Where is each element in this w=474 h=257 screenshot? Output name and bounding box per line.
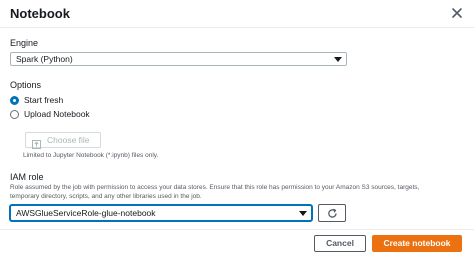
iam-role-select[interactable]: AWSGlueServiceRole-glue-notebook [10,205,312,221]
dialog-title: Notebook [10,6,70,21]
footer-divider [0,229,474,230]
cancel-button[interactable]: Cancel [314,235,366,252]
radio-upload-notebook[interactable] [10,110,19,119]
iam-role-select-value: AWSGlueServiceRole-glue-notebook [16,208,156,218]
refresh-button[interactable] [318,204,346,222]
choose-file-label: Choose file [47,135,90,145]
iam-role-help-line-2: temporary directory, scripts, and any ot… [10,193,202,200]
upload-icon [32,136,41,149]
dialog-header: Notebook [0,0,474,28]
caret-down-icon [299,211,307,216]
choose-file-button[interactable]: Choose file [25,132,101,149]
radio-start-fresh[interactable] [10,96,19,105]
radio-start-fresh-label: Start fresh [24,95,64,105]
options-label: Options [10,80,42,90]
radio-upload-notebook-label: Upload Notebook [24,109,90,119]
engine-label: Engine [10,38,39,48]
iam-role-label: IAM role [10,172,44,182]
file-help-text: Limited to Jupyter Notebook (*.ipynb) fi… [23,152,159,159]
caret-down-icon [334,57,342,62]
engine-select-value: Spark (Python) [16,54,73,64]
create-notebook-button[interactable]: Create notebook [372,235,462,252]
engine-select[interactable]: Spark (Python) [10,52,347,66]
refresh-icon [328,208,337,218]
close-icon[interactable] [449,5,465,21]
